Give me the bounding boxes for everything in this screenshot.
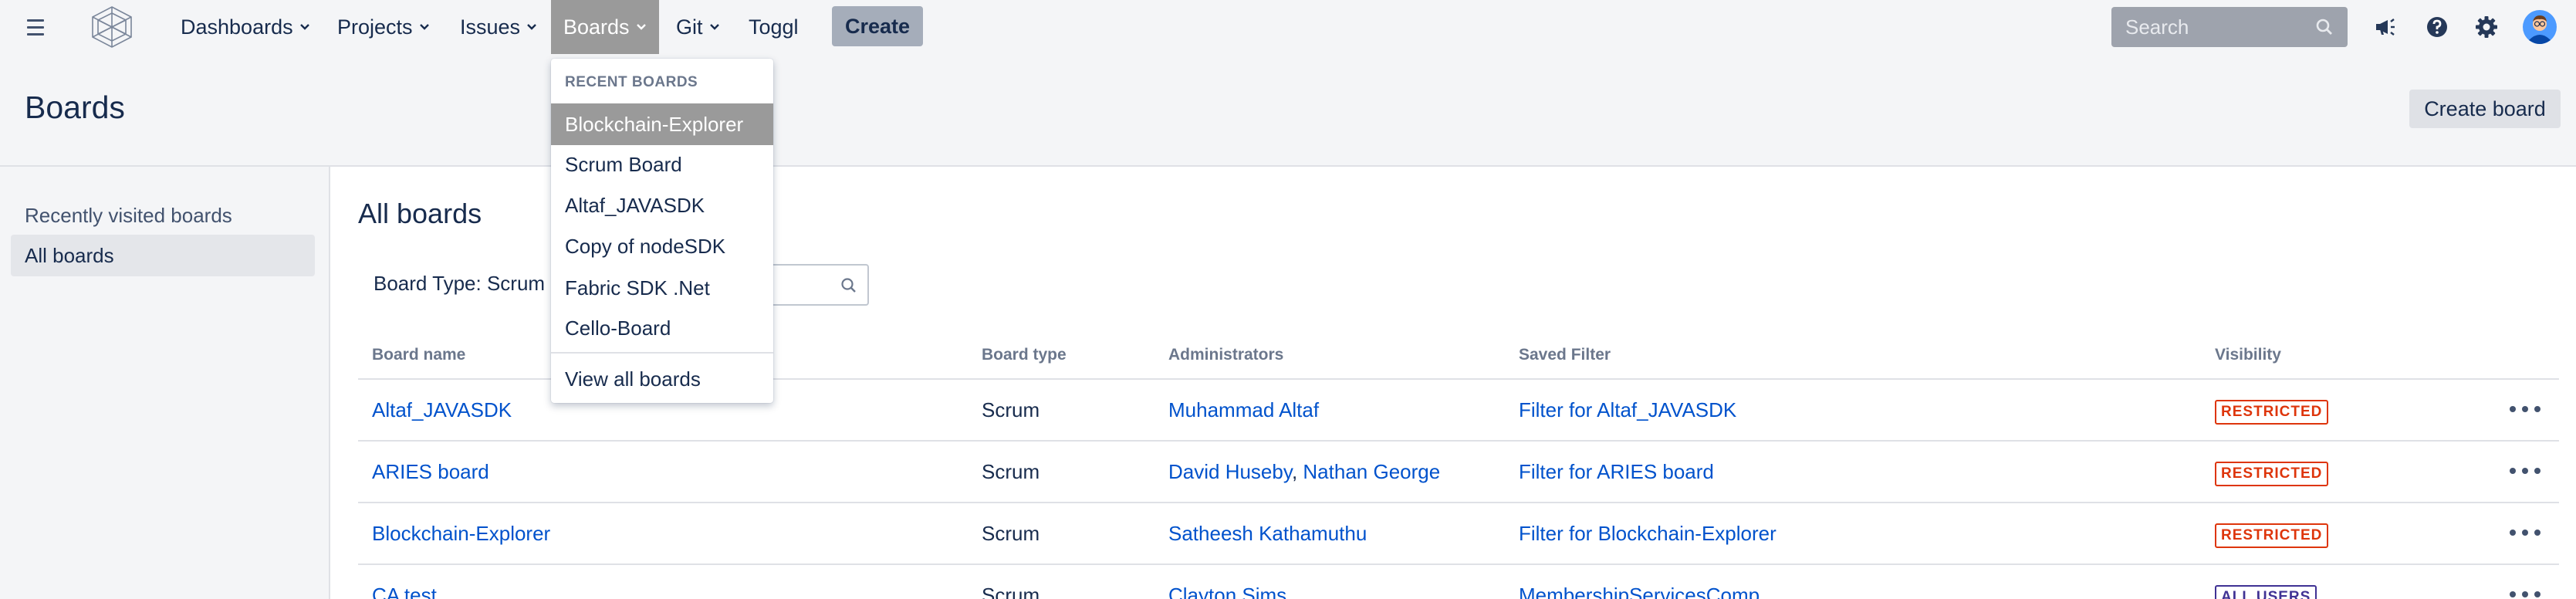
visibility-badge: RESTRICTED (2215, 462, 2329, 486)
board-name-link[interactable]: CA test (372, 584, 437, 599)
top-navigation: Dashboards Projects Issues Boards Git To… (0, 0, 2576, 54)
nav-toggl-label: Toggl (749, 15, 799, 39)
administrator-separator: , (1291, 460, 1298, 483)
table-row: Blockchain-Explorer Scrum Satheesh Katha… (358, 503, 2559, 565)
board-type: Scrum (982, 460, 1040, 483)
page-title: Boards (25, 90, 125, 125)
nav-boards[interactable]: Boards (551, 0, 659, 54)
visibility-badge: RESTRICTED (2215, 523, 2329, 548)
saved-filter-link[interactable]: Filter for ARIES board (1519, 460, 1714, 484)
create-button[interactable]: Create (832, 6, 923, 46)
gear-icon[interactable] (2473, 13, 2500, 41)
board-type: Scrum (982, 522, 1040, 545)
column-header-board-type[interactable]: Board type (982, 346, 1067, 364)
app-logo[interactable] (86, 5, 137, 49)
visibility-badge: RESTRICTED (2215, 400, 2329, 425)
administrator-link[interactable]: Satheesh Kathamuthu (1168, 522, 1367, 545)
search-input[interactable] (2125, 15, 2295, 39)
visibility-badge: ALL USERS (2215, 585, 2317, 599)
page-header: Boards Create board (0, 54, 2576, 167)
sidebar: Recently visited boards All boards (0, 167, 330, 599)
search-icon (841, 278, 856, 293)
column-header-visibility[interactable]: Visibility (2215, 346, 2281, 364)
administrator-link[interactable]: David Huseby (1168, 460, 1292, 483)
view-all-boards-link[interactable]: View all boards (551, 358, 773, 400)
nav-git[interactable]: Git (664, 6, 732, 48)
chevron-down-icon (527, 24, 536, 30)
chevron-down-icon (709, 24, 719, 30)
column-header-board-name[interactable]: Board name (372, 346, 465, 364)
board-type-filter[interactable]: Board Type: Scrum (374, 272, 545, 296)
nav-projects-label: Projects (337, 15, 413, 39)
saved-filter-link[interactable]: MembershipServicesComp (1519, 584, 1760, 599)
board-type: Scrum (982, 584, 1040, 599)
menu-icon[interactable] (20, 12, 51, 42)
more-actions-icon[interactable] (2510, 398, 2541, 420)
nav-dashboards-label: Dashboards (181, 15, 293, 39)
board-type: Scrum (982, 398, 1040, 421)
sidebar-item-recently-visited[interactable]: Recently visited boards (11, 195, 315, 236)
sidebar-item-all-boards[interactable]: All boards (11, 235, 315, 276)
dropdown-heading: RECENT BOARDS (565, 74, 698, 90)
column-header-administrators[interactable]: Administrators (1168, 346, 1283, 364)
dropdown-item-board[interactable]: Fabric SDK .Net (551, 267, 773, 309)
dropdown-item-board[interactable]: Altaf_JAVASDK (551, 184, 773, 226)
table-row: CA test Scrum Clayton Sims MembershipSer… (358, 565, 2559, 599)
nav-projects[interactable]: Projects (325, 6, 442, 48)
column-header-saved-filter[interactable]: Saved Filter (1519, 346, 1611, 364)
dropdown-item-board[interactable]: Cello-Board (551, 307, 773, 349)
chevron-down-icon (299, 24, 309, 30)
help-icon[interactable] (2423, 13, 2451, 41)
administrators: Satheesh Kathamuthu (1168, 522, 1367, 546)
sidebar-item-label: Recently visited boards (25, 203, 232, 227)
administrators: Clayton Sims (1168, 584, 1286, 599)
boards-dropdown-menu: RECENT BOARDS Blockchain-Explorer Scrum … (551, 59, 773, 403)
dropdown-item-board[interactable]: Scrum Board (551, 144, 773, 185)
dropdown-divider (551, 352, 773, 354)
nav-dashboards[interactable]: Dashboards (168, 6, 323, 48)
dropdown-item-board[interactable]: Blockchain-Explorer (551, 103, 773, 145)
avatar[interactable] (2522, 9, 2557, 45)
nav-toggl[interactable]: Toggl (736, 6, 811, 48)
administrator-link[interactable]: Muhammad Altaf (1168, 398, 1319, 421)
more-actions-icon[interactable] (2510, 584, 2541, 599)
search-icon[interactable] (2315, 18, 2334, 36)
administrators: Muhammad Altaf (1168, 398, 1319, 422)
nav-boards-label: Boards (563, 15, 630, 39)
administrator-link[interactable]: Nathan George (1303, 460, 1440, 483)
more-actions-icon[interactable] (2510, 522, 2541, 543)
administrators: David Huseby, Nathan George (1168, 460, 1440, 484)
nav-issues[interactable]: Issues (448, 6, 549, 48)
nav-git-label: Git (676, 15, 703, 39)
table-row: ARIES board Scrum David Huseby, Nathan G… (358, 442, 2559, 503)
board-name-link[interactable]: Blockchain-Explorer (372, 522, 550, 546)
saved-filter-link[interactable]: Filter for Altaf_JAVASDK (1519, 398, 1736, 422)
search-box[interactable] (2111, 7, 2348, 47)
board-name-link[interactable]: Altaf_JAVASDK (372, 398, 512, 422)
board-name-link[interactable]: ARIES board (372, 460, 489, 484)
chevron-down-icon (419, 24, 429, 30)
sidebar-item-label: All boards (25, 243, 114, 267)
chevron-down-icon (636, 24, 646, 30)
section-title: All boards (358, 198, 482, 229)
megaphone-icon[interactable] (2372, 13, 2400, 41)
saved-filter-link[interactable]: Filter for Blockchain-Explorer (1519, 522, 1776, 546)
administrator-link[interactable]: Clayton Sims (1168, 584, 1286, 599)
more-actions-icon[interactable] (2510, 460, 2541, 482)
nav-issues-label: Issues (460, 15, 521, 39)
dropdown-item-board[interactable]: Copy of nodeSDK (551, 225, 773, 267)
create-board-button[interactable]: Create board (2409, 90, 2561, 128)
